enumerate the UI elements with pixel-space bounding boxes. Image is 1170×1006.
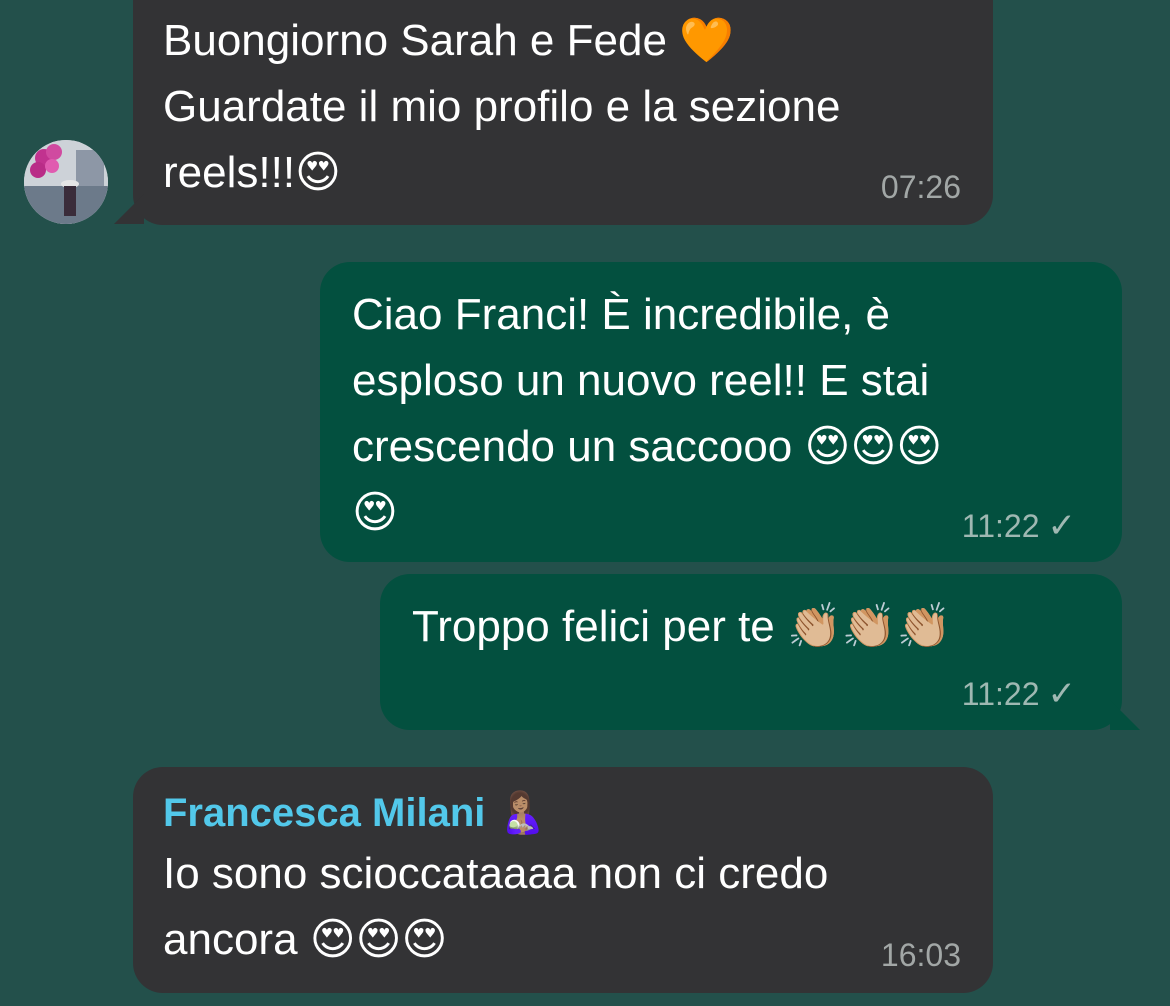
message-text: Troppo felici per te 👏🏼👏🏼👏🏼 xyxy=(412,602,952,651)
avatar-photo-icon xyxy=(24,140,108,224)
message-bubble-incoming[interactable]: Buongiorno Sarah e Fede 🧡 Guardate il mi… xyxy=(133,0,993,225)
message-time: 16:03 xyxy=(881,937,961,973)
timestamp: 11:22 xyxy=(961,508,1040,544)
message-bubble-outgoing[interactable]: Troppo felici per te 👏🏼👏🏼👏🏼 11:22 ✓ xyxy=(380,574,1122,730)
single-check-icon: ✓ xyxy=(1047,674,1077,714)
timestamp: 16:03 xyxy=(880,937,961,973)
bubble-tail xyxy=(1110,700,1140,730)
sender-name[interactable]: Francesca Milani 🤱🏽 xyxy=(163,785,963,841)
message-text: Buongiorno Sarah e Fede 🧡 Guardate il mi… xyxy=(163,16,841,197)
message-bubble-outgoing[interactable]: Ciao Franci! È incredibile, è esploso un… xyxy=(320,262,1122,562)
message-bubble-incoming[interactable]: Francesca Milani 🤱🏽 Io sono scioccataaaa… xyxy=(133,767,993,993)
chat-view: Buongiorno Sarah e Fede 🧡 Guardate il mi… xyxy=(0,0,1170,1006)
bubble-tail xyxy=(114,194,144,224)
message-text: Ciao Franci! È incredibile, è esploso un… xyxy=(352,290,943,537)
message-time: 11:22 ✓ xyxy=(962,508,1076,544)
contact-avatar[interactable] xyxy=(24,140,108,224)
timestamp: 11:22 xyxy=(961,676,1040,712)
message-time: 07:26 xyxy=(881,169,961,205)
message-time: 11:22 ✓ xyxy=(962,676,1076,712)
message-text: Io sono scioccataaaa non ci credo ancora… xyxy=(163,849,829,964)
single-check-icon: ✓ xyxy=(1047,506,1077,546)
timestamp: 07:26 xyxy=(880,169,961,205)
